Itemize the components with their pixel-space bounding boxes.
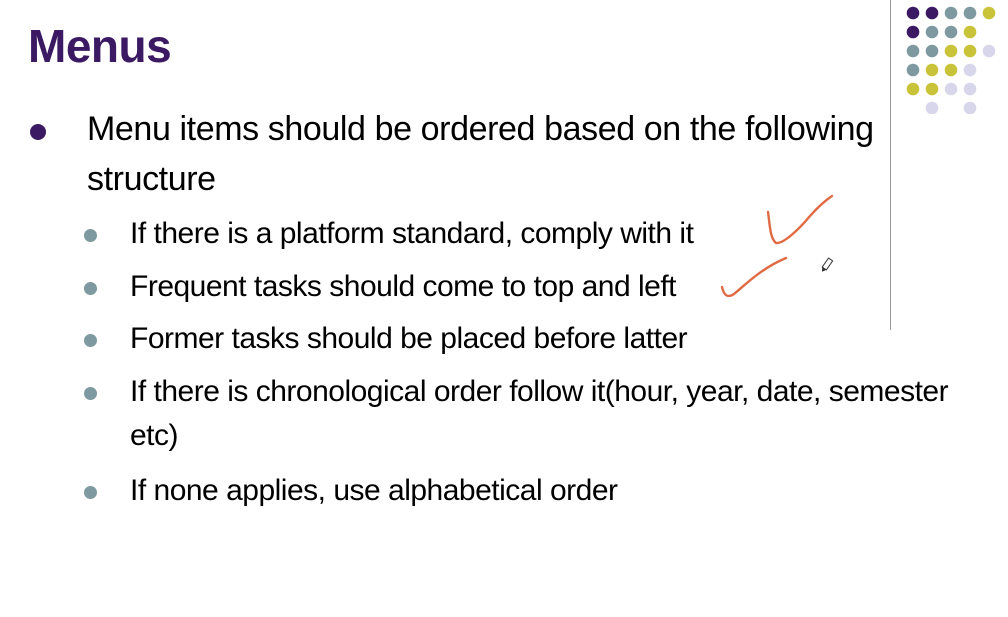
decorative-dot (963, 25, 977, 39)
decorative-dot (925, 6, 939, 20)
decorative-dot (906, 63, 920, 77)
decorative-dot (982, 44, 996, 58)
decorative-dot (944, 82, 958, 96)
decorative-dot-grid (906, 6, 996, 114)
sub-bullet-marker (84, 229, 97, 242)
sub-bullet-marker (84, 282, 97, 295)
decorative-dot (906, 82, 920, 96)
main-bullet-text: Menu items should be ordered based on th… (87, 110, 874, 198)
sub-bullet-item: Frequent tasks should come to top and le… (130, 270, 677, 303)
main-bullet-marker (30, 124, 46, 140)
sub-bullet-marker (84, 387, 97, 400)
decorative-dot (963, 101, 977, 114)
decorative-dot (963, 82, 977, 96)
decorative-dot (925, 63, 939, 77)
decorative-dot (963, 63, 977, 77)
decorative-dot (982, 6, 996, 20)
decorative-dot (925, 82, 939, 96)
decorative-dot (944, 6, 958, 20)
decorative-dot (906, 6, 920, 20)
slide: Menus Menu items should be ordered based… (0, 0, 1008, 617)
decorative-dot (906, 44, 920, 58)
sub-bullet-item: If none applies, use alphabetical order (130, 474, 618, 507)
decorative-dot (963, 44, 977, 58)
decorative-dot (963, 6, 977, 20)
sub-bullet-item: Former tasks should be placed before lat… (130, 322, 688, 355)
decorative-dot (906, 25, 920, 39)
decorative-dot (925, 44, 939, 58)
slide-title: Menus (28, 20, 172, 72)
sub-bullet-marker (84, 334, 97, 347)
sub-bullet-item: If there is chronological order follow i… (130, 375, 949, 452)
sub-bullet-item: If there is a platform standard, comply … (130, 217, 694, 250)
decorative-dot (944, 63, 958, 77)
decorative-dot (944, 44, 958, 58)
sub-bullet-marker (84, 486, 97, 499)
decorative-dot (944, 25, 958, 39)
decorative-dot (925, 25, 939, 39)
